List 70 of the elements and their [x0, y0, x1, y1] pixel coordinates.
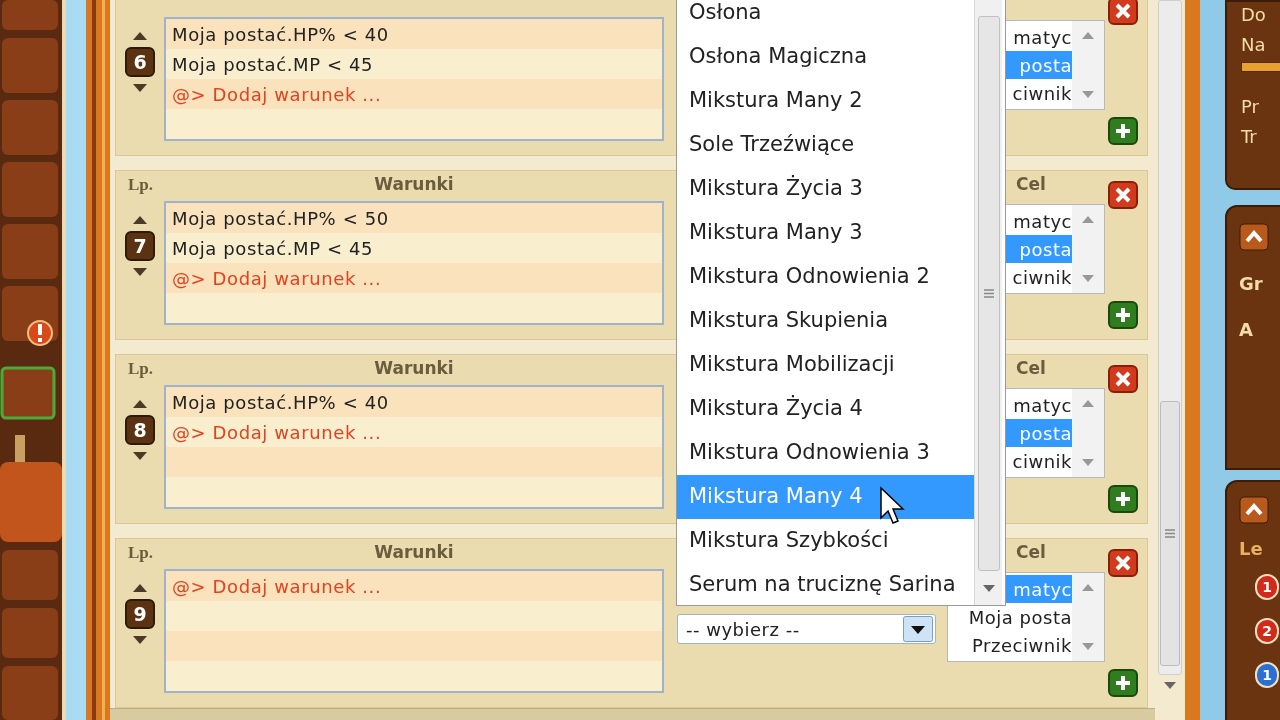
- add-icon[interactable]: [1108, 301, 1138, 329]
- scroll-down-icon[interactable]: [1163, 680, 1177, 690]
- column-header: Lp.: [127, 542, 155, 565]
- add-condition-link[interactable]: @> Dodaj warunek ...: [166, 417, 662, 447]
- scrollbar[interactable]: [1155, 0, 1185, 720]
- condition-item[interactable]: Moja postać.HP% < 40: [166, 387, 662, 417]
- potion-icon[interactable]: 2: [1255, 618, 1279, 644]
- dropdown-scrollbar-thumb[interactable]: [977, 16, 1000, 571]
- scroll-down-icon[interactable]: [1081, 90, 1095, 99]
- dropdown-list[interactable]: [676, 0, 1006, 606]
- column-header: Cel: [1016, 357, 1046, 381]
- panel-label: Tr: [1241, 125, 1258, 149]
- row-number-badge: 8: [125, 415, 155, 445]
- move-down-icon[interactable]: [132, 635, 148, 645]
- column-header: Cel: [1016, 541, 1046, 565]
- row-number-badge: 7: [125, 231, 155, 261]
- column-header: Lp.: [127, 174, 155, 197]
- dropdown-option[interactable]: Mikstura Skupienia: [677, 299, 974, 343]
- move-up-icon[interactable]: [132, 399, 148, 409]
- condition-item[interactable]: Moja postać.MP < 45: [166, 233, 662, 263]
- column-header: Warunki: [374, 357, 454, 381]
- dropdown-option[interactable]: Mikstura Mobilizacji: [677, 343, 974, 387]
- condition-item[interactable]: Moja postać.HP% < 50: [166, 203, 662, 233]
- scroll-down-icon[interactable]: [1081, 642, 1095, 651]
- panel-label: Na: [1241, 33, 1267, 57]
- grip-icon: [983, 289, 994, 298]
- add-icon[interactable]: [1108, 669, 1138, 697]
- add-icon[interactable]: [1108, 117, 1138, 145]
- scroll-down-icon[interactable]: [981, 583, 996, 593]
- panel-label: A: [1239, 318, 1254, 342]
- collapse-icon[interactable]: [1239, 496, 1269, 524]
- condition-item[interactable]: Moja postać.MP < 45: [166, 49, 662, 79]
- panel-label: Do: [1241, 3, 1267, 27]
- add-icon[interactable]: [1108, 485, 1138, 513]
- delete-icon[interactable]: [1108, 549, 1138, 577]
- move-down-icon[interactable]: [132, 83, 148, 93]
- move-up-icon[interactable]: [132, 215, 148, 225]
- scroll-up-icon[interactable]: [1081, 583, 1095, 592]
- column-header: Warunki: [374, 541, 454, 565]
- scroll-down-icon[interactable]: [1081, 274, 1095, 283]
- panel-label: Gr: [1239, 272, 1264, 296]
- move-down-icon[interactable]: [132, 267, 148, 277]
- scroll-up-icon[interactable]: [1081, 215, 1095, 224]
- dropdown-option[interactable]: Mikstura Szybkości: [677, 519, 974, 563]
- dropdown-option[interactable]: Sole Trzeźwiące: [677, 123, 974, 167]
- dropdown-scrollbar[interactable]: [974, 0, 1002, 605]
- move-up-icon[interactable]: [132, 31, 148, 41]
- delete-icon[interactable]: [1108, 181, 1138, 209]
- grip-icon: [1165, 529, 1175, 538]
- row-number-badge: 9: [125, 599, 155, 629]
- column-header: Cel: [1016, 173, 1046, 197]
- delete-icon[interactable]: [1108, 365, 1138, 393]
- collapse-icon[interactable]: [1239, 223, 1269, 251]
- action-select[interactable]: -- wybierz --: [677, 614, 936, 644]
- scroll-up-icon[interactable]: [1081, 399, 1095, 408]
- potion-icon[interactable]: 1: [1255, 574, 1279, 600]
- move-up-icon[interactable]: [132, 583, 148, 593]
- scroll-down-icon[interactable]: [1081, 458, 1095, 467]
- condition-item[interactable]: Moja postać.HP% < 40: [166, 19, 662, 49]
- column-header: Warunki: [374, 173, 454, 197]
- scroll-up-icon[interactable]: [1081, 31, 1095, 40]
- panel-label: Pr: [1241, 95, 1260, 119]
- delete-icon[interactable]: [1108, 0, 1138, 25]
- scrollbar-thumb[interactable]: [1160, 401, 1180, 666]
- mouse-cursor-icon: [879, 486, 905, 526]
- panel-label: Le: [1239, 537, 1264, 561]
- row-number-badge: 6: [125, 47, 155, 77]
- column-header: Lp.: [127, 358, 155, 381]
- potion-icon[interactable]: 1: [1255, 662, 1279, 688]
- move-down-icon[interactable]: [132, 451, 148, 461]
